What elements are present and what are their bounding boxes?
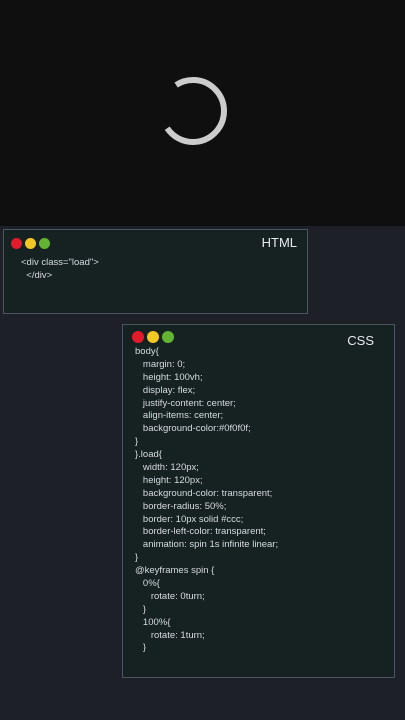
- code-line: rotate: 0turn;: [135, 590, 205, 602]
- code-line: 0%{: [135, 578, 160, 590]
- minimize-window-icon[interactable]: [147, 331, 159, 343]
- css-code-block: body{ margin: 0; height: 100vh; display:…: [135, 346, 278, 655]
- code-line: }: [135, 552, 139, 564]
- close-window-icon[interactable]: [11, 238, 22, 249]
- code-line: }: [135, 603, 147, 615]
- code-line: }.load{: [135, 449, 162, 461]
- code-line: }: [135, 436, 139, 448]
- code-line: 100%{: [135, 616, 171, 628]
- preview-area: [0, 0, 405, 226]
- code-line: border-radius: 50%;: [135, 500, 227, 512]
- code-line: display: flex;: [135, 384, 196, 396]
- code-line: </div>: [21, 270, 53, 281]
- minimize-window-icon[interactable]: [25, 238, 36, 249]
- code-line: border: 10px solid #ccc;: [135, 513, 244, 525]
- code-line: background-color:#0f0f0f;: [135, 423, 251, 435]
- window-controls: [132, 331, 174, 343]
- css-panel-title: CSS: [347, 333, 374, 348]
- code-line: background-color: transparent;: [135, 487, 273, 499]
- code-line: height: 120px;: [135, 474, 203, 486]
- maximize-window-icon[interactable]: [39, 238, 50, 249]
- maximize-window-icon[interactable]: [162, 331, 174, 343]
- code-line: height: 100vh;: [135, 371, 203, 383]
- html-panel-title: HTML: [261, 235, 297, 250]
- code-line: body{: [135, 346, 159, 357]
- code-line: }: [135, 642, 147, 654]
- window-controls: [11, 238, 50, 249]
- html-code-block: <div class="load"> </div>: [21, 256, 99, 282]
- code-line: justify-content: center;: [135, 397, 236, 409]
- code-line: @keyframes spin {: [135, 565, 215, 577]
- code-line: animation: spin 1s infinite linear;: [135, 539, 279, 551]
- code-line: border-left-color: transparent;: [135, 526, 266, 538]
- loading-spinner-icon: [159, 77, 227, 145]
- html-code-panel: HTML <div class="load"> </div>: [3, 229, 308, 314]
- code-line: <div class="load">: [21, 257, 99, 268]
- close-window-icon[interactable]: [132, 331, 144, 343]
- code-line: rotate: 1turn;: [135, 629, 205, 641]
- code-line: align-items: center;: [135, 410, 224, 422]
- code-line: width: 120px;: [135, 462, 199, 474]
- css-code-panel: CSS body{ margin: 0; height: 100vh; disp…: [122, 324, 395, 678]
- code-line: margin: 0;: [135, 358, 186, 370]
